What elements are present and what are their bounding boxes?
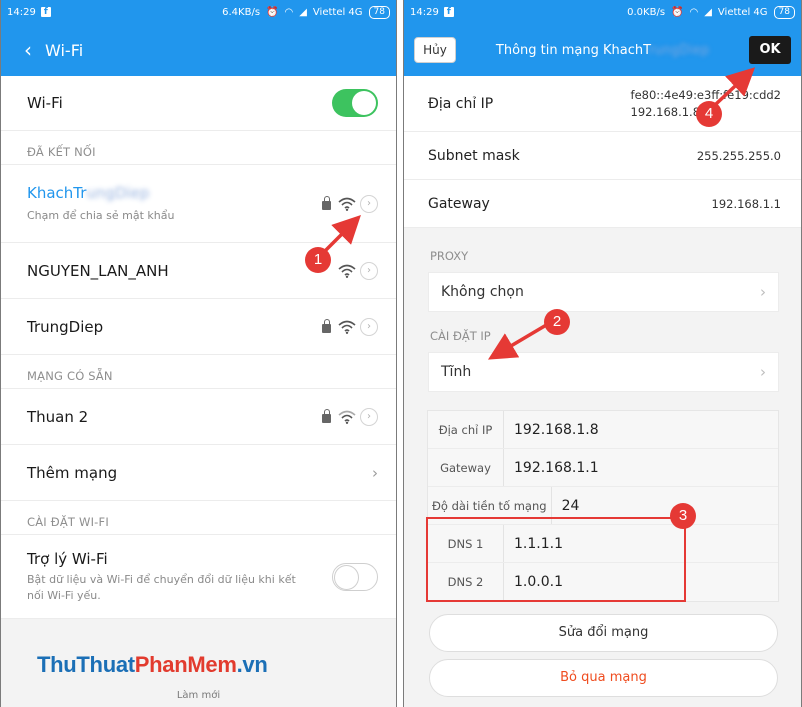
wifi-assistant-title: Trợ lý Wi-Fi bbox=[27, 549, 108, 568]
proxy-select[interactable]: Không chọn › bbox=[428, 272, 779, 312]
ip-address-label: Địa chỉ IP bbox=[428, 95, 494, 112]
watermark: ThuThuatPhanMem.vn bbox=[37, 652, 268, 677]
add-network-row[interactable]: Thêm mạng › bbox=[1, 445, 396, 501]
ip-settings-header: CÀI ĐẶT IP bbox=[430, 329, 491, 343]
subnet-mask-value: 255.255.255.0 bbox=[696, 148, 781, 163]
status-carrier: Viettel 4G bbox=[312, 6, 363, 18]
wifi-settings-header: CÀI ĐẶT WI-FI bbox=[1, 501, 396, 535]
wifi-signal-icon bbox=[338, 264, 356, 278]
connected-header: ĐÃ KẾT NỐI bbox=[1, 131, 396, 165]
facebook-icon: f bbox=[443, 7, 454, 17]
network-detail-icon[interactable]: › bbox=[360, 261, 378, 280]
subnet-mask-label: Subnet mask bbox=[428, 147, 520, 164]
alarm-icon: ⏰ bbox=[266, 6, 279, 18]
lock-icon bbox=[322, 408, 331, 423]
proxy-header: PROXY bbox=[430, 249, 469, 263]
wifi-signal-icon bbox=[338, 410, 356, 424]
cancel-button[interactable]: Hủy bbox=[414, 37, 456, 63]
prefix-length-input[interactable]: 24 bbox=[552, 498, 580, 514]
signal-icon: ◢ bbox=[299, 6, 307, 18]
wifi-toggle[interactable] bbox=[332, 89, 378, 117]
status-speed: 0.0KB/s bbox=[627, 6, 666, 18]
callout-1: 1 bbox=[305, 247, 331, 273]
network-row[interactable]: Thuan 2 › bbox=[1, 389, 396, 445]
connected-network-name: KhachTrungDiep bbox=[27, 183, 150, 202]
network-detail-icon[interactable]: › bbox=[360, 317, 378, 336]
ip-address-row: Địa chỉ IP fe80::4e49:e3ff:fe19:cdd2 192… bbox=[404, 76, 801, 132]
network-row[interactable]: TrungDiep › bbox=[1, 299, 396, 355]
wifi-assistant-row[interactable]: Trợ lý Wi-Fi Bật dữ liệu và Wi-Fi để chu… bbox=[1, 535, 396, 619]
static-gateway-row[interactable]: Gateway 192.168.1.1 bbox=[428, 449, 778, 487]
modify-network-button[interactable]: Sửa đổi mạng bbox=[429, 614, 778, 652]
back-icon[interactable]: ‹ bbox=[1, 38, 39, 62]
app-bar: ‹ Wi-Fi bbox=[1, 24, 396, 76]
callout-2: 2 bbox=[544, 309, 570, 335]
ok-button[interactable]: OK bbox=[749, 36, 791, 64]
forget-network-button[interactable]: Bỏ qua mạng bbox=[429, 659, 778, 697]
chevron-right-icon: › bbox=[760, 363, 766, 381]
wifi-toggle-label: Wi-Fi bbox=[27, 94, 63, 112]
status-speed: 6.4KB/s bbox=[222, 6, 261, 18]
alarm-icon: ⏰ bbox=[671, 6, 684, 18]
wifi-settings-screen: 14:29 f 6.4KB/s ⏰ ◠ ◢ Viettel 4G 78 ‹ Wi… bbox=[0, 0, 397, 707]
chevron-right-icon: › bbox=[760, 283, 766, 301]
status-carrier: Viettel 4G bbox=[717, 6, 768, 18]
status-bar: 14:29 f 6.4KB/s ⏰ ◠ ◢ Viettel 4G 78 bbox=[1, 0, 396, 24]
static-gateway-input[interactable]: 192.168.1.1 bbox=[504, 460, 599, 476]
battery-icon: 78 bbox=[773, 5, 795, 19]
chevron-right-icon: › bbox=[372, 463, 378, 482]
connected-network-sub: Chạm để chia sẻ mật khẩu bbox=[27, 208, 175, 222]
network-name: NGUYEN_LAN_ANH bbox=[27, 261, 169, 280]
network-detail-icon[interactable]: › bbox=[360, 407, 378, 426]
refresh-button[interactable]: Làm mới bbox=[1, 690, 396, 701]
wifi-toggle-row[interactable]: Wi-Fi bbox=[1, 76, 396, 131]
wifi-signal-icon bbox=[338, 197, 356, 211]
network-name: Thuan 2 bbox=[27, 407, 89, 426]
page-title: Thông tin mạng KhachTrungDiep bbox=[495, 42, 710, 58]
add-network-label: Thêm mạng bbox=[27, 463, 118, 482]
wifi-status-icon: ◠ bbox=[284, 6, 294, 18]
gateway-row: Gateway 192.168.1.1 bbox=[404, 180, 801, 228]
network-row-connected[interactable]: KhachTrungDiep Chạm để chia sẻ mật khẩu … bbox=[1, 165, 396, 243]
wifi-status-icon: ◠ bbox=[689, 6, 699, 18]
app-bar: Hủy Thông tin mạng KhachTrungDiep OK bbox=[404, 24, 801, 76]
status-bar: 14:29 f 0.0KB/s ⏰ ◠ ◢ Viettel 4G 78 bbox=[404, 0, 801, 24]
battery-icon: 78 bbox=[368, 5, 390, 19]
lock-icon bbox=[322, 195, 331, 210]
static-ip-row[interactable]: Địa chỉ IP 192.168.1.8 bbox=[428, 411, 778, 449]
wifi-signal-icon bbox=[338, 320, 356, 334]
status-time: 14:29 bbox=[7, 6, 36, 18]
gateway-label: Gateway bbox=[428, 195, 490, 212]
network-name: TrungDiep bbox=[27, 317, 104, 336]
wifi-assistant-desc: Bật dữ liệu và Wi-Fi để chuyển đổi dữ li… bbox=[27, 572, 296, 602]
dns-highlight-box bbox=[426, 517, 686, 602]
callout-3: 3 bbox=[670, 503, 696, 529]
static-ip-label: Địa chỉ IP bbox=[428, 411, 504, 448]
ip-settings-value: Tĩnh bbox=[441, 364, 472, 380]
network-row[interactable]: NGUYEN_LAN_ANH › bbox=[1, 243, 396, 299]
page-title: Wi-Fi bbox=[45, 40, 84, 60]
wifi-assistant-toggle[interactable] bbox=[332, 562, 378, 591]
proxy-value: Không chọn bbox=[441, 284, 524, 300]
lock-icon bbox=[322, 318, 331, 333]
facebook-icon: f bbox=[40, 7, 51, 17]
subnet-mask-row: Subnet mask 255.255.255.0 bbox=[404, 132, 801, 180]
signal-icon: ◢ bbox=[704, 6, 712, 18]
available-header: MẠNG CÓ SẴN bbox=[1, 355, 396, 389]
gateway-value: 192.168.1.1 bbox=[711, 196, 782, 211]
status-time: 14:29 bbox=[410, 6, 439, 18]
callout-4: 4 bbox=[696, 101, 722, 127]
ip-settings-select[interactable]: Tĩnh › bbox=[428, 352, 779, 392]
static-gateway-label: Gateway bbox=[428, 449, 504, 486]
network-detail-icon[interactable]: › bbox=[360, 194, 378, 213]
static-ip-input[interactable]: 192.168.1.8 bbox=[504, 422, 599, 438]
